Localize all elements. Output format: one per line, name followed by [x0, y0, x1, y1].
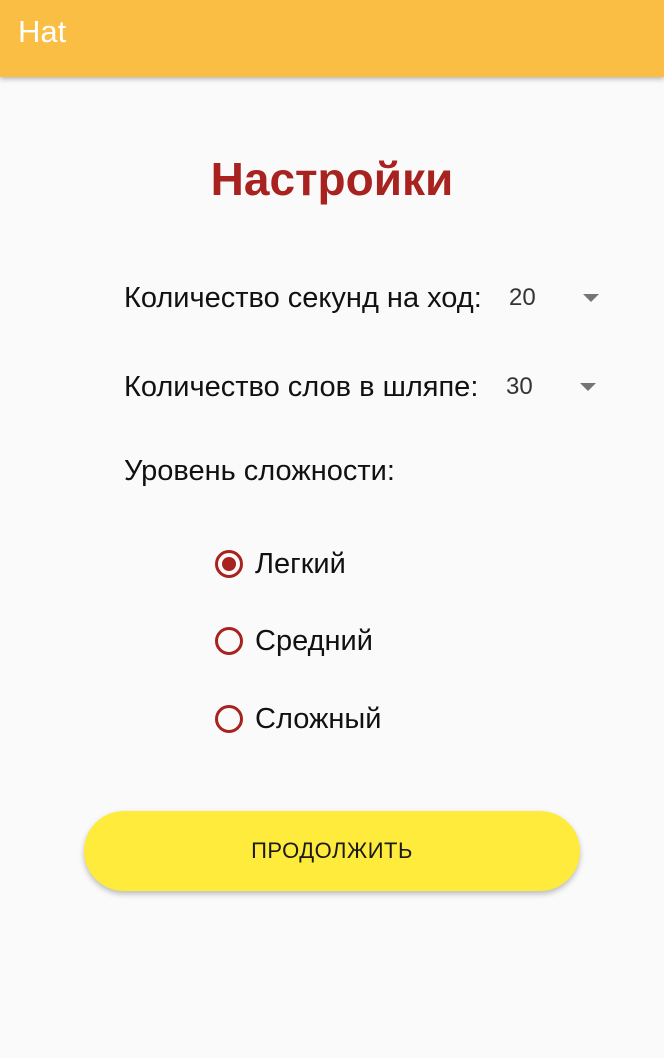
radio-unchecked-icon[interactable] — [215, 627, 243, 655]
radio-label-hard: Сложный — [255, 702, 382, 735]
radio-checked-icon[interactable] — [215, 550, 243, 578]
seconds-per-turn-row: Количество секунд на ход: — [124, 276, 482, 320]
radio-dot-icon — [222, 557, 236, 571]
seconds-per-turn-value: 20 — [509, 284, 536, 311]
radio-option-easy[interactable]: Легкий — [215, 544, 346, 584]
seconds-per-turn-dropdown[interactable]: 20 — [509, 276, 601, 320]
radio-label-medium: Средний — [255, 624, 373, 657]
continue-button[interactable]: ПРОДОЛЖИТЬ — [84, 811, 580, 891]
words-in-hat-value: 30 — [506, 373, 533, 400]
radio-label-easy: Легкий — [255, 547, 346, 580]
radio-unchecked-icon[interactable] — [215, 705, 243, 733]
words-in-hat-row: Количество слов в шляпе: — [124, 365, 478, 409]
difficulty-label: Уровень сложности: — [124, 455, 395, 487]
page-title: Настройки — [210, 153, 454, 205]
dropdown-arrow-icon — [580, 383, 596, 391]
dropdown-arrow-icon — [583, 294, 599, 302]
seconds-per-turn-label: Количество секунд на ход: — [124, 281, 482, 314]
app-title: Hat — [18, 14, 67, 49]
radio-option-medium[interactable]: Средний — [215, 621, 373, 661]
app-bar: Hat — [0, 0, 664, 77]
radio-option-hard[interactable]: Сложный — [215, 699, 381, 739]
words-in-hat-dropdown[interactable]: 30 — [506, 365, 601, 409]
words-in-hat-label: Количество слов в шляпе: — [124, 370, 479, 403]
